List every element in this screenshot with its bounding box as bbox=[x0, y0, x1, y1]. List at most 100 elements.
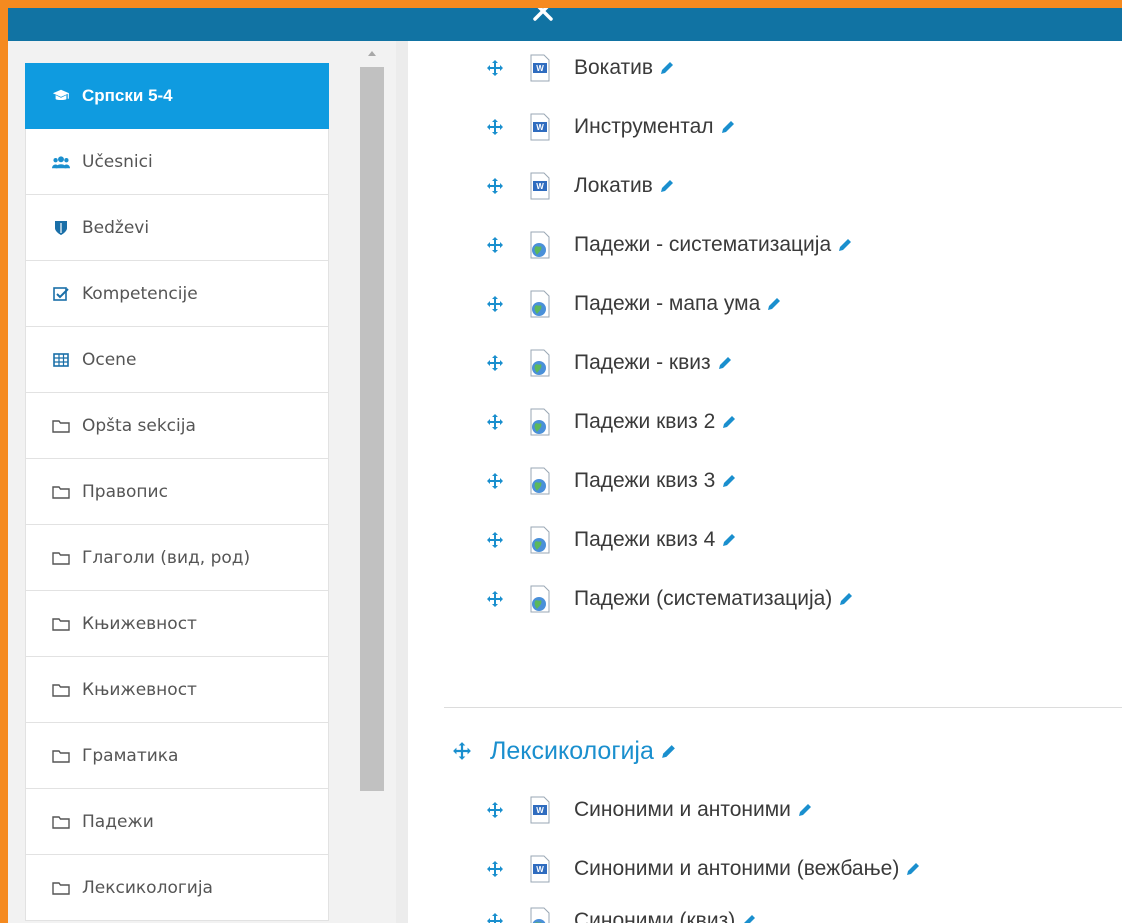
edit-pencil-icon[interactable] bbox=[717, 355, 733, 371]
move-icon[interactable] bbox=[486, 912, 504, 923]
move-icon[interactable] bbox=[486, 354, 504, 372]
activity-link[interactable]: Инструментал bbox=[574, 115, 714, 139]
activity-link[interactable]: Падежи - квиз bbox=[574, 351, 711, 375]
nav-item-participants[interactable]: Učesnici bbox=[25, 129, 329, 195]
activity-link[interactable]: Падежи - систематизација bbox=[574, 233, 831, 257]
activity-row[interactable]: W Локатив bbox=[486, 166, 675, 206]
nav-item-label: Књижевност bbox=[82, 679, 197, 700]
move-icon[interactable] bbox=[486, 295, 504, 313]
activity-row[interactable]: Падежи (систематизација) bbox=[486, 579, 854, 619]
activity-row[interactable]: Падежи - систематизација bbox=[486, 225, 853, 265]
table-icon bbox=[52, 351, 70, 369]
activity-link[interactable]: Падежи квиз 4 bbox=[574, 528, 715, 552]
edit-pencil-icon[interactable] bbox=[797, 802, 813, 818]
folder-icon bbox=[52, 879, 70, 897]
activity-row[interactable]: W Синоними и антоними bbox=[486, 790, 813, 830]
edit-pencil-icon[interactable] bbox=[721, 473, 737, 489]
section-divider bbox=[444, 707, 1122, 708]
activity-row[interactable]: Падежи квиз 2 bbox=[486, 402, 737, 442]
activity-link[interactable]: Падежи (систематизација) bbox=[574, 587, 832, 611]
scroll-up-arrow-icon[interactable] bbox=[367, 49, 377, 57]
activity-link[interactable]: Синоними и антоними bbox=[574, 798, 791, 822]
nav-item-section-lexicology[interactable]: Лексикологија bbox=[25, 855, 329, 921]
nav-item-label: Opšta sekcija bbox=[82, 415, 196, 436]
activity-link[interactable]: Синоними (квиз) bbox=[574, 909, 735, 923]
section-title[interactable]: Лексикологија bbox=[490, 737, 654, 766]
nav-item-section-literature-1[interactable]: Књижевност bbox=[25, 591, 329, 657]
move-icon[interactable] bbox=[486, 118, 504, 136]
svg-text:W: W bbox=[536, 182, 544, 191]
activity-row[interactable]: Падежи квиз 4 bbox=[486, 520, 737, 560]
move-icon[interactable] bbox=[486, 59, 504, 77]
activity-link[interactable]: Падежи квиз 2 bbox=[574, 410, 715, 434]
edit-pencil-icon[interactable] bbox=[721, 414, 737, 430]
move-icon[interactable] bbox=[486, 177, 504, 195]
edit-pencil-icon[interactable] bbox=[660, 743, 677, 760]
url-globe-icon bbox=[530, 349, 550, 377]
edit-pencil-icon[interactable] bbox=[838, 591, 854, 607]
edit-pencil-icon[interactable] bbox=[659, 178, 675, 194]
nav-item-section-literature-2[interactable]: Књижевност bbox=[25, 657, 329, 723]
nav-item-badges[interactable]: Bedževi bbox=[25, 195, 329, 261]
activity-link[interactable]: Падежи - мапа ума bbox=[574, 292, 760, 316]
nav-item-label: Граматика bbox=[82, 745, 179, 766]
activity-link[interactable]: Вокатив bbox=[574, 56, 653, 80]
edit-pencil-icon[interactable] bbox=[720, 119, 736, 135]
folder-icon bbox=[52, 549, 70, 567]
activity-row[interactable]: W Инструментал bbox=[486, 107, 736, 147]
edit-pencil-icon[interactable] bbox=[837, 237, 853, 253]
activity-row[interactable]: W Вокатив bbox=[486, 48, 675, 88]
move-icon[interactable] bbox=[452, 741, 472, 761]
course-content: W Вокатив W Инструментал W Локатив Падеж… bbox=[408, 41, 1122, 923]
shield-icon bbox=[52, 219, 70, 237]
move-icon[interactable] bbox=[486, 413, 504, 431]
drawer-scrollbar[interactable] bbox=[358, 41, 386, 923]
checkbox-icon bbox=[52, 285, 70, 303]
nav-item-label: Глаголи (вид, род) bbox=[82, 547, 251, 568]
move-icon[interactable] bbox=[486, 801, 504, 819]
nav-item-grades[interactable]: Ocene bbox=[25, 327, 329, 393]
activity-row[interactable]: Падежи квиз 3 bbox=[486, 461, 737, 501]
word-doc-icon: W bbox=[530, 172, 550, 200]
activity-link[interactable]: Синоними и антоними (вежбање) bbox=[574, 857, 899, 881]
nav-item-course-home[interactable]: Српски 5-4 bbox=[25, 63, 329, 129]
nav-item-label: Učesnici bbox=[82, 151, 153, 172]
edit-pencil-icon[interactable] bbox=[905, 861, 921, 877]
edit-pencil-icon[interactable] bbox=[659, 60, 675, 76]
activity-link[interactable]: Падежи квиз 3 bbox=[574, 469, 715, 493]
nav-list: Српски 5-4 Učesnici Bedževi Kompetencije bbox=[25, 63, 329, 921]
top-navbar bbox=[8, 8, 1122, 41]
edit-pencil-icon[interactable] bbox=[721, 532, 737, 548]
edit-pencil-icon[interactable] bbox=[741, 913, 757, 923]
move-icon[interactable] bbox=[486, 860, 504, 878]
nav-item-label: Bedževi bbox=[82, 217, 150, 238]
nav-item-section-general[interactable]: Opšta sekcija bbox=[25, 393, 329, 459]
close-x-icon[interactable] bbox=[528, 8, 558, 26]
activity-row[interactable]: W Синоними и антоними (вежбање) bbox=[486, 849, 921, 889]
folder-icon bbox=[52, 813, 70, 831]
word-doc-icon: W bbox=[530, 54, 550, 82]
activity-row[interactable]: Падежи - мапа ума bbox=[486, 284, 782, 324]
move-icon[interactable] bbox=[486, 472, 504, 490]
url-globe-icon bbox=[530, 290, 550, 318]
edit-pencil-icon[interactable] bbox=[766, 296, 782, 312]
nav-drawer: Српски 5-4 Učesnici Bedževi Kompetencije bbox=[8, 41, 396, 923]
nav-item-section-grammar[interactable]: Граматика bbox=[25, 723, 329, 789]
nav-item-section-verbs[interactable]: Глаголи (вид, род) bbox=[25, 525, 329, 591]
activity-link[interactable]: Локатив bbox=[574, 174, 653, 198]
move-icon[interactable] bbox=[486, 236, 504, 254]
move-icon[interactable] bbox=[486, 531, 504, 549]
nav-item-section-spelling[interactable]: Правопис bbox=[25, 459, 329, 525]
folder-icon bbox=[52, 483, 70, 501]
word-doc-icon: W bbox=[530, 796, 550, 824]
section-heading[interactable]: Лексикологија bbox=[452, 731, 677, 771]
nav-item-label: Правопис bbox=[82, 481, 168, 502]
nav-item-section-cases[interactable]: Падежи bbox=[25, 789, 329, 855]
activity-row[interactable]: Синоними (квиз) bbox=[486, 901, 757, 923]
nav-item-competencies[interactable]: Kompetencije bbox=[25, 261, 329, 327]
svg-text:W: W bbox=[536, 64, 544, 73]
move-icon[interactable] bbox=[486, 590, 504, 608]
svg-text:W: W bbox=[536, 806, 544, 815]
scrollbar-thumb[interactable] bbox=[360, 67, 384, 791]
activity-row[interactable]: Падежи - квиз bbox=[486, 343, 733, 383]
